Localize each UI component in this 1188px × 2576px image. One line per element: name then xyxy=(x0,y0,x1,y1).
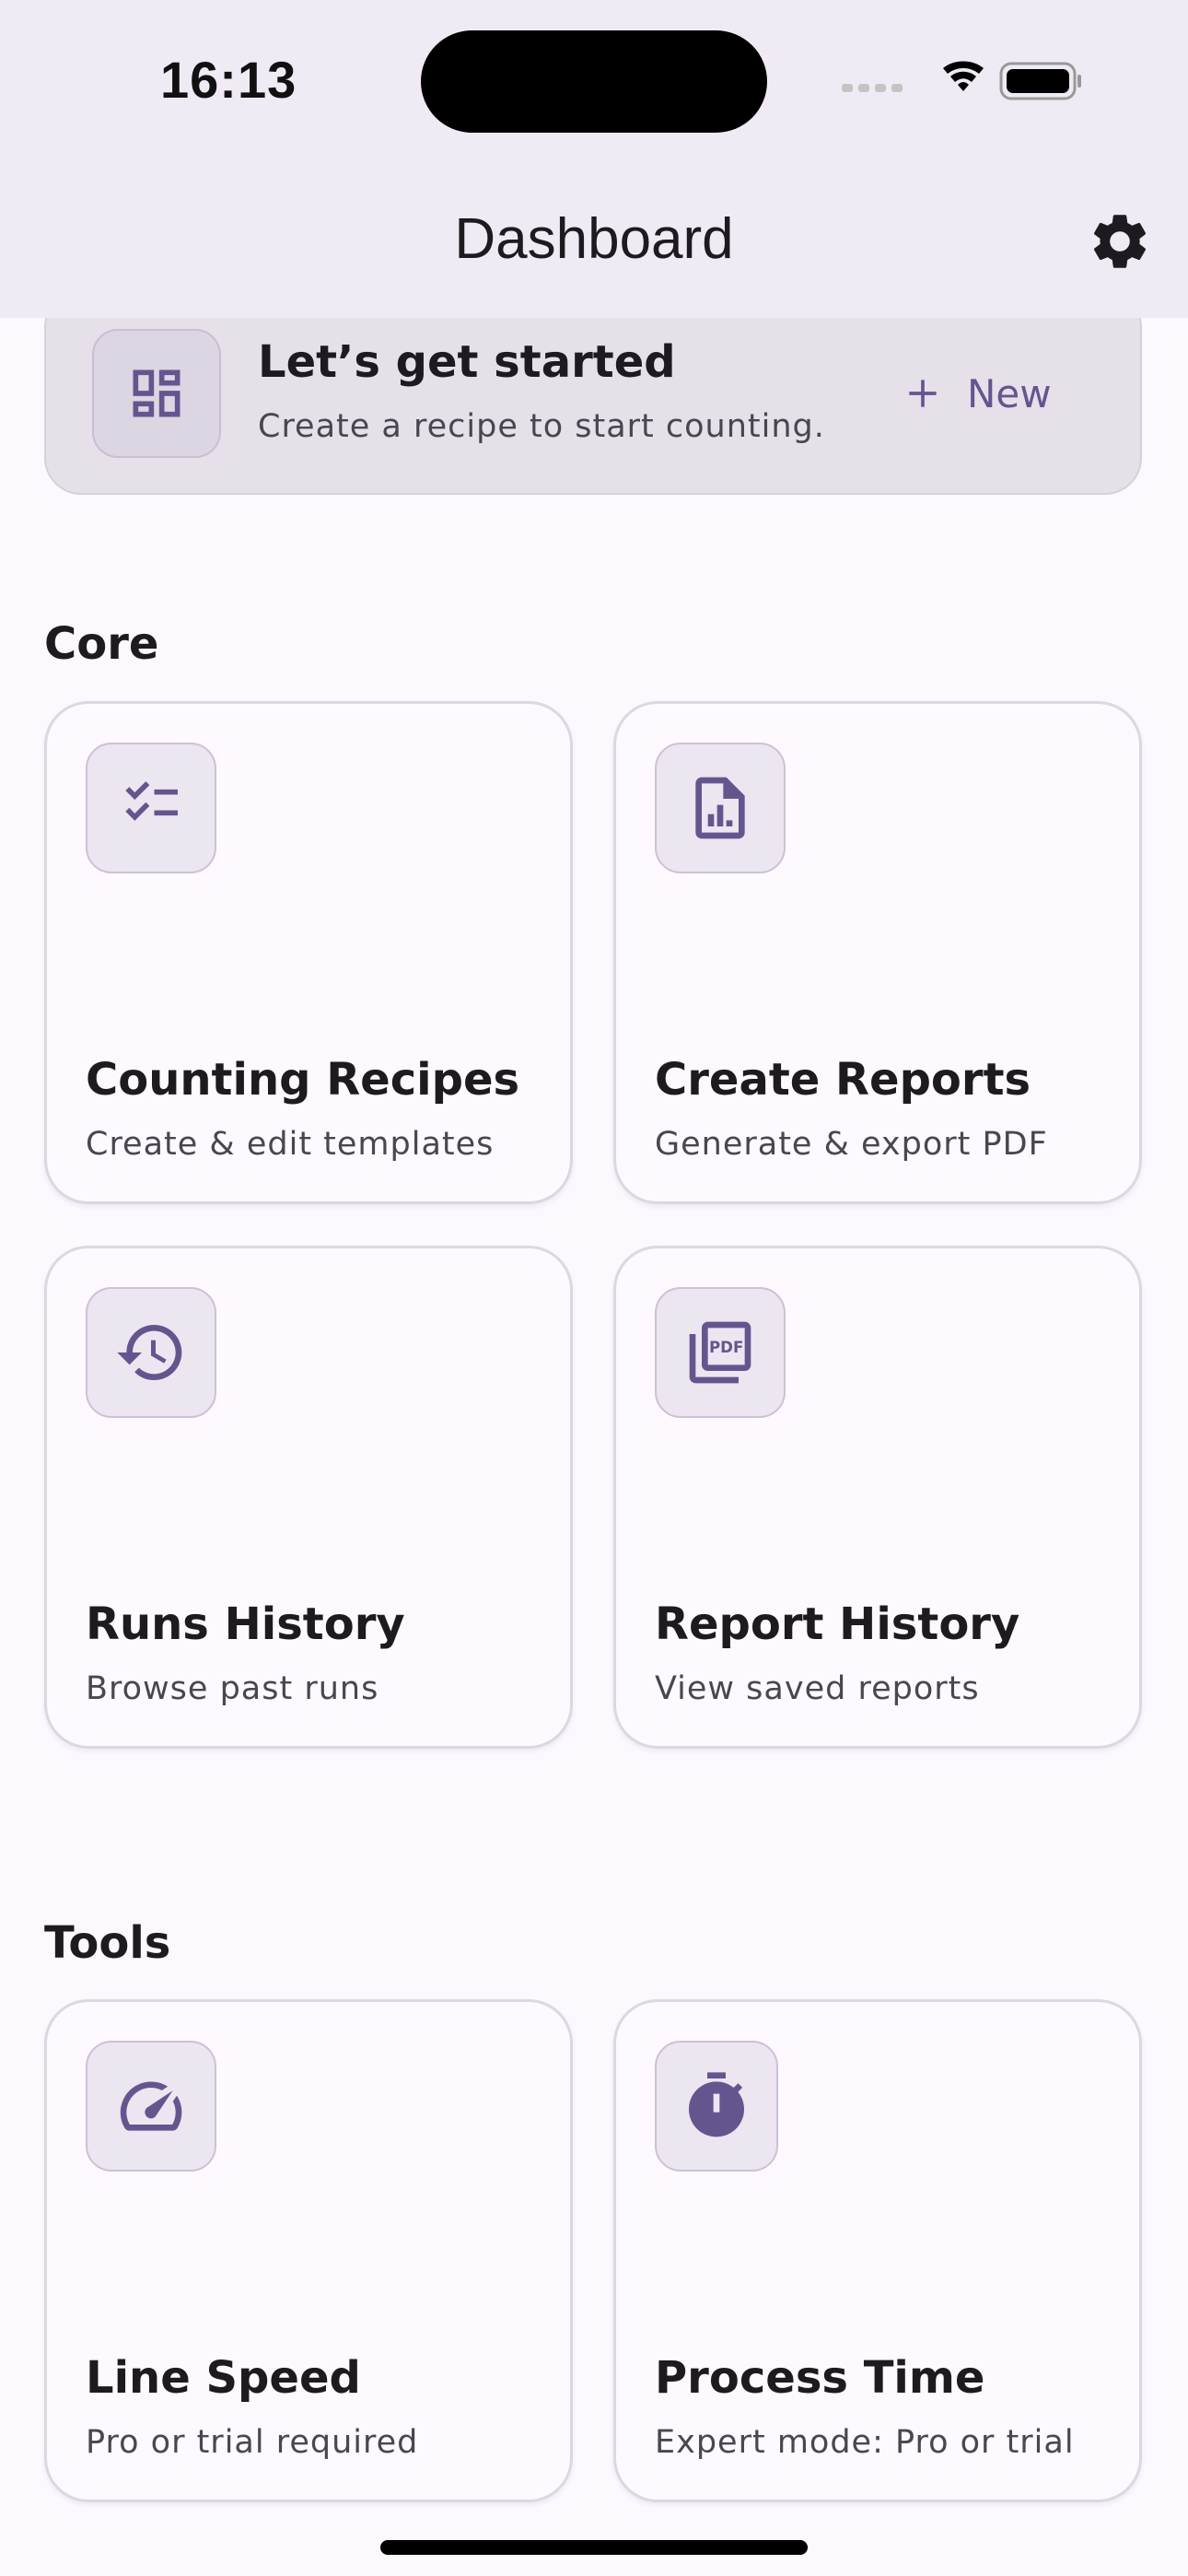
status-icons xyxy=(842,61,1081,100)
status-bar: 16:13 xyxy=(0,0,1188,166)
card-counting-recipes[interactable]: Counting Recipes Create & edit templates xyxy=(44,701,573,1204)
card-title: Line Speed xyxy=(86,2352,361,2404)
new-recipe-button[interactable]: New xyxy=(903,347,1052,439)
card-process-time[interactable]: Process Time Expert mode: Pro or trial xyxy=(613,1999,1142,2502)
dashboard-content[interactable]: Let’s get started Create a recipe to sta… xyxy=(0,318,1188,2576)
gear-icon[interactable] xyxy=(1087,208,1153,275)
history-icon xyxy=(86,1287,216,1418)
report-chart-icon xyxy=(655,743,786,873)
card-create-reports[interactable]: Create Reports Generate & export PDF xyxy=(613,701,1142,1204)
card-title: Counting Recipes xyxy=(86,1054,520,1106)
section-title-tools: Tools xyxy=(44,1917,171,1969)
status-time: 16:13 xyxy=(160,51,297,109)
card-title: Report History xyxy=(655,1598,1020,1650)
checklist-icon xyxy=(86,743,216,873)
signal-icon xyxy=(842,84,903,92)
card-subtitle: Browse past runs xyxy=(86,1670,379,1707)
battery-icon xyxy=(999,62,1081,100)
page-title: Dashboard xyxy=(454,207,734,271)
card-runs-history[interactable]: Runs History Browse past runs xyxy=(44,1246,573,1749)
card-subtitle: View saved reports xyxy=(655,1670,980,1707)
card-subtitle: Generate & export PDF xyxy=(655,1126,1048,1163)
home-indicator[interactable] xyxy=(380,2540,808,2555)
card-line-speed[interactable]: Line Speed Pro or trial required xyxy=(44,1999,573,2502)
banner-title: Let’s get started xyxy=(258,336,676,388)
card-subtitle: Pro or trial required xyxy=(86,2424,419,2461)
banner-subtitle: Create a recipe to start counting. xyxy=(258,408,825,445)
new-button-label: New xyxy=(967,370,1052,416)
app-bar: Dashboard xyxy=(0,166,1188,318)
card-title: Process Time xyxy=(655,2352,985,2404)
card-title: Create Reports xyxy=(655,1054,1031,1106)
wifi-icon xyxy=(943,61,984,91)
speedometer-icon xyxy=(86,2041,216,2172)
card-subtitle: Expert mode: Pro or trial xyxy=(655,2424,1075,2461)
timer-icon xyxy=(655,2041,778,2172)
card-report-history[interactable]: PDF Report History View saved reports xyxy=(613,1246,1142,1749)
section-title-core: Core xyxy=(44,618,159,670)
card-subtitle: Create & edit templates xyxy=(86,1126,495,1163)
plus-icon xyxy=(909,380,937,407)
dynamic-island xyxy=(421,30,767,133)
card-title: Runs History xyxy=(86,1598,405,1650)
pdf-stack-icon: PDF xyxy=(655,1287,786,1418)
get-started-banner: Let’s get started Create a recipe to sta… xyxy=(44,318,1142,495)
svg-text:PDF: PDF xyxy=(709,1339,743,1356)
dashboard-icon xyxy=(92,329,221,458)
